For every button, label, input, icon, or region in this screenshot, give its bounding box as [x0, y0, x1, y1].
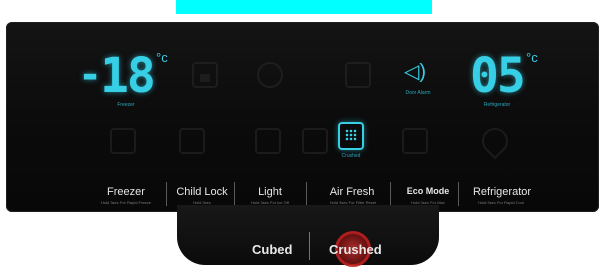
- control-panel: - 18 °c Freezer ◁) Door Alarm 05 °c Refr…: [6, 22, 599, 212]
- freezer-button-hint: Hold 3sec For Rapid Freeze: [100, 200, 152, 205]
- divider: [234, 182, 235, 206]
- air-fresh-button[interactable]: Air Fresh: [324, 186, 380, 198]
- door-alarm-caption: Door Alarm: [405, 90, 431, 96]
- cube-icon: [110, 128, 136, 154]
- ice-tray-icon: [302, 128, 328, 154]
- crushed-ice-caption: Crushed: [341, 153, 361, 159]
- child-lock-icon: [179, 128, 205, 154]
- filter-icon: [345, 62, 371, 88]
- speaker-icon: ◁): [404, 61, 427, 83]
- crushed-button[interactable]: Crushed: [329, 242, 382, 257]
- refrigerator-display-caption: Refrigerator: [483, 102, 511, 108]
- dispenser-divider: [309, 232, 310, 260]
- cubed-button[interactable]: Cubed: [252, 242, 292, 257]
- eco-icon: [402, 128, 428, 154]
- refrigerator-temp-unit: °c: [526, 50, 538, 65]
- crushed-ice-icon: [338, 122, 364, 150]
- refrigerator-temp-value: 05: [470, 48, 526, 104]
- freezer-temp-sign: -: [78, 52, 102, 98]
- refrigerator-button-hint: Hold 3sec For Rapid Cool: [478, 200, 524, 205]
- divider: [306, 182, 307, 206]
- ice-maker-icon: [255, 128, 281, 154]
- bulb-icon: [257, 62, 283, 88]
- divider: [390, 182, 391, 206]
- freezer-display-caption: Freezer: [117, 102, 135, 108]
- divider: [458, 182, 459, 206]
- child-lock-button[interactable]: Child Lock: [170, 186, 234, 198]
- divider: [166, 182, 167, 206]
- dispenser-control: [177, 205, 439, 265]
- water-drop-icon: [476, 122, 514, 160]
- freezer-temp-unit: °c: [156, 50, 168, 65]
- lock-icon: [192, 62, 218, 88]
- freezer-temp-value: 18: [100, 48, 156, 104]
- top-banner: [176, 0, 432, 14]
- light-button[interactable]: Light: [250, 186, 290, 198]
- refrigerator-button[interactable]: Refrigerator: [464, 186, 540, 198]
- freezer-button[interactable]: Freezer: [96, 186, 156, 198]
- eco-mode-button[interactable]: Eco Mode: [402, 186, 454, 196]
